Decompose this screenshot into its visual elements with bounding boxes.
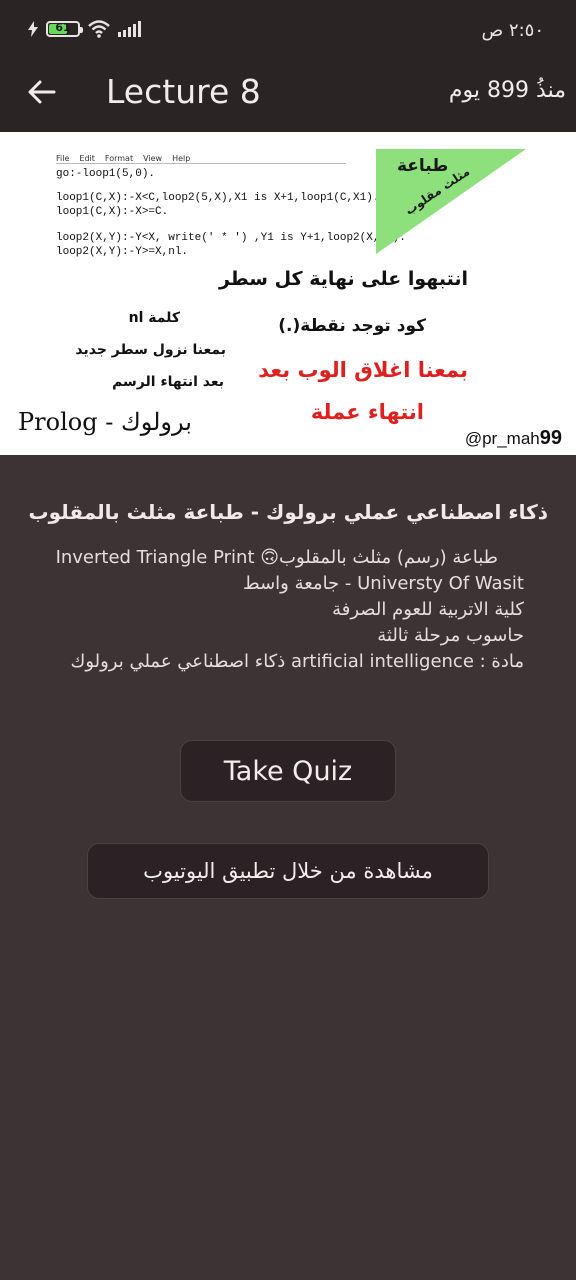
watch-youtube-button[interactable]: مشاهدة من خلال تطبيق اليوتيوب — [87, 843, 489, 899]
triangle-label: طباعة — [397, 156, 449, 176]
nl-meaning: بمعنا نزول سطر جديد — [75, 342, 226, 358]
take-quiz-button[interactable]: Take Quiz — [180, 740, 396, 802]
handle-number: 99 — [539, 427, 562, 449]
prolog-label: Prolog - برولوك — [18, 408, 192, 436]
nl-word: كلمة nl — [128, 310, 180, 326]
app-bar: Lecture 8 منذُ 899 يوم — [0, 60, 576, 132]
battery-level: 61 — [55, 21, 71, 34]
channel-handle: @pr_mah99 — [465, 427, 562, 450]
status-bar: 61 ٢:٥٠ ص — [0, 0, 576, 60]
lecture-title: ذكاء اصطناعي عملي برولوك - طباعة مثلث با… — [28, 500, 548, 524]
charging-icon — [28, 21, 38, 37]
back-arrow-icon — [28, 80, 56, 104]
posted-since: منذُ 899 يوم — [448, 78, 566, 103]
description-line: كلية الاتربية للعوم الصرفة — [332, 599, 524, 620]
battery-icon: 61 — [46, 21, 83, 37]
note-line: انتبهوا على نهاية كل سطر — [218, 268, 468, 290]
note-line: بمعنا اغلاق الوب بعد — [258, 358, 468, 382]
handle-text: @pr_mah — [464, 429, 540, 448]
triangle-graphic — [376, 149, 526, 254]
nl-meaning: بعد انتهاء الرسم — [112, 374, 224, 390]
status-icons: 61 — [28, 20, 144, 38]
note-line: انتهاء عملة — [310, 400, 424, 424]
lecture-thumbnail[interactable]: File Edit Format View Help go:-loop1(5,0… — [0, 132, 576, 455]
note-line: كود توجد نقطة(.) — [278, 316, 426, 336]
page-title: Lecture 8 — [106, 72, 261, 111]
description-line: حاسوب مرحلة ثالثة — [377, 625, 524, 646]
description-line: Universty Of Wasit - جامعة واسط — [243, 573, 524, 594]
wifi-icon — [88, 20, 110, 38]
description-line: مادة : artificial intelligence ذكاء اصطن… — [70, 651, 525, 672]
description-line: طباعة (رسم) مثلث بالمقلوب🙃 Inverted Tria… — [55, 547, 498, 568]
status-time: ٢:٥٠ ص — [481, 20, 544, 41]
signal-icon — [118, 21, 141, 37]
back-button[interactable] — [24, 74, 60, 110]
